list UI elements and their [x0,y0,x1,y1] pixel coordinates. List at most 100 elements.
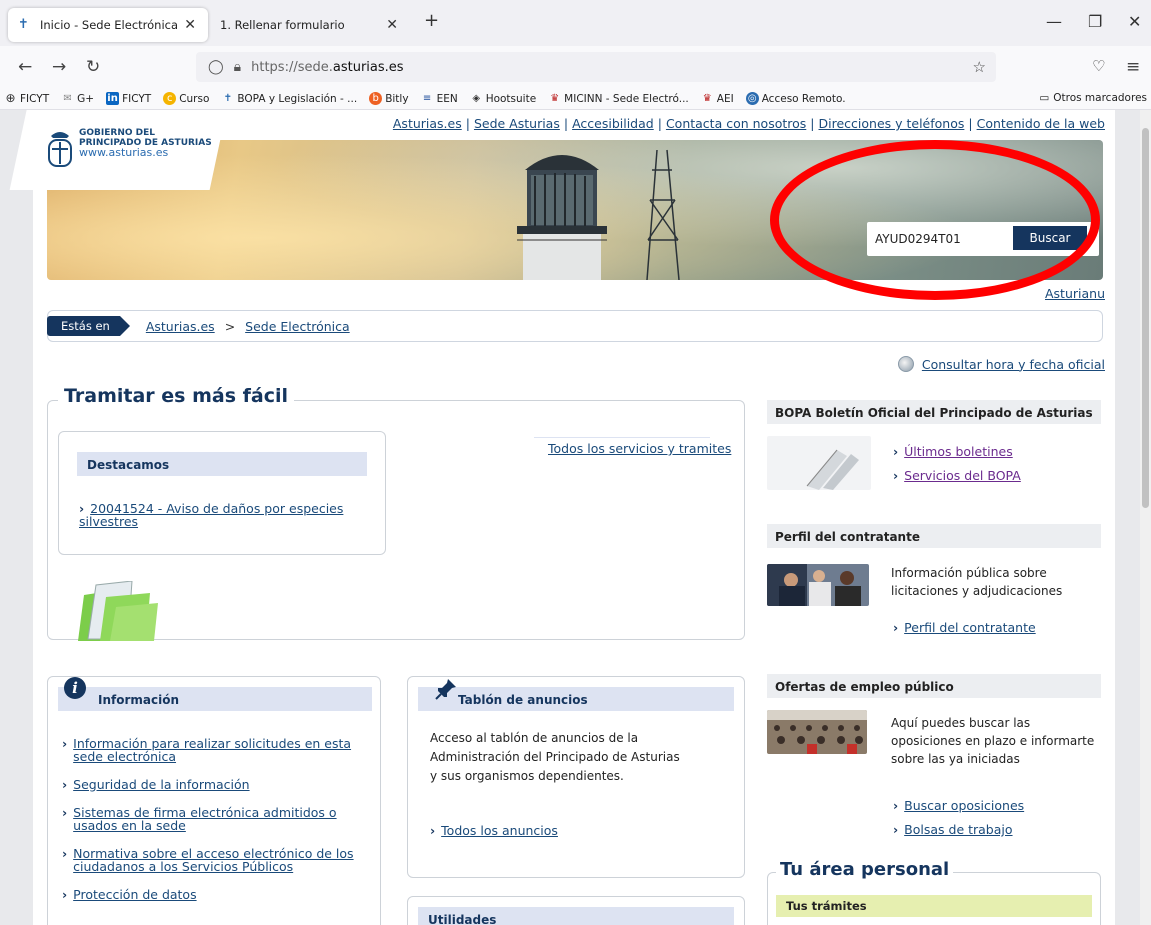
clock-icon [897,356,914,372]
remote-icon: ◎ [745,92,759,105]
bopa-link-item[interactable]: › Servicios del BOPA [893,468,1021,483]
bookmark-ficyt[interactable]: ⊕ FICYT [4,92,49,105]
bookmark-label: Curso [179,92,210,105]
empleo-link-item[interactable]: › Bolsas de trabajo [893,822,1013,837]
top-link-contenido[interactable]: Contenido de la web [977,116,1105,131]
official-time-link[interactable]: Consultar hora y fecha oficial [922,357,1105,372]
info-link[interactable]: Información para realizar solicitudes en… [73,737,362,763]
list-item[interactable]: › Normativa sobre el acceso electrónico d… [62,847,362,873]
window-close-icon[interactable]: ✕ [1128,12,1141,31]
other-bookmarks[interactable]: ▭ Otros marcadores [1039,92,1147,104]
chevron-right-icon: › [893,620,899,635]
tablon-link-item[interactable]: › Todos los anuncios [430,823,558,838]
empleo-description: Aquí puedes buscar las oposiciones en pl… [891,716,1095,766]
back-icon[interactable]: ← [18,57,32,77]
close-tab-icon[interactable]: ✕ [386,17,398,33]
asturias-favicon-icon: ✝ [18,17,29,32]
chevron-right-icon: › [893,822,899,837]
coursera-icon: c [163,92,177,105]
bookmark-star-icon[interactable]: ☆ [973,58,986,76]
bookmark-bitly[interactable]: b Bitly [369,92,409,105]
breadcrumb-item-asturias[interactable]: Asturias.es [146,319,215,334]
top-links: Asturias.es | Sede Asturias | Accesibilida… [392,116,1105,131]
list-item[interactable]: › Información para realizar solicitudes e… [62,737,362,763]
info-link[interactable]: Normativa sobre el acceso electrónico de… [73,847,362,873]
latest-bulletins-link[interactable]: Últimos boletines [904,444,1013,459]
list-item[interactable]: › Sistemas de firma electrónica admitidos… [62,806,362,832]
lock-icon[interactable]: 🔒︎ [234,59,241,75]
area-personal-section: Tu área personal Tus trámites [767,859,1101,925]
breadcrumb-separator: > [224,318,236,334]
perfil-header: Perfil del contratante [767,524,1101,548]
chevron-right-icon: › [893,468,899,483]
chevron-right-icon: › [430,823,436,838]
info-link[interactable]: Seguridad de la información [73,778,249,791]
tab-title: 1. Rellenar formulario [220,18,345,32]
tramitar-title: Tramitar es más fácil [58,385,294,407]
language-link-asturianu[interactable]: Asturianu [1045,286,1105,301]
top-link-sede[interactable]: Sede Asturias [474,116,560,131]
logo-line1: GOBIERNO DEL [79,128,155,138]
top-link-asturias[interactable]: Asturias.es [393,116,462,131]
all-announcements-link[interactable]: Todos los anuncios [441,823,558,838]
info-link[interactable]: Sistemas de firma electrónica admitidos … [73,806,362,832]
informacion-header: i Información [58,677,372,711]
list-item[interactable]: › Seguridad de la información [62,778,362,791]
bookmark-hootsuite[interactable]: ◈ Hootsuite [470,92,536,105]
close-tab-icon[interactable]: ✕ [184,17,196,33]
address-bar[interactable]: ◯ 🔒︎ https://sede. asturias.es ☆ [196,52,996,82]
chevron-right-icon: › [893,798,899,813]
scrollbar-thumb[interactable] [1142,128,1149,508]
pocket-icon[interactable]: ♡ [1092,57,1105,75]
tab-inicio[interactable]: ✝ Inicio - Sede Electrónica ✕ [8,8,208,42]
bookmark-linkedin-ficyt[interactable]: in FICYT [106,92,151,105]
shield-icon[interactable]: ◯ [208,59,224,75]
area-personal-title: Tu área personal [776,859,954,880]
bopa-services-link[interactable]: Servicios del BOPA [904,468,1021,483]
bookmark-bopa[interactable]: ✝ BOPA y Legislación - ... [221,92,358,105]
bookmark-label: G+ [77,92,95,105]
page-scrollbar[interactable] [1140,110,1151,925]
empleo-link-item[interactable]: › Buscar oposiciones [893,798,1024,813]
featured-link[interactable]: 20041524 - Aviso de daños por especies s… [79,501,343,529]
bookmark-curso[interactable]: c Curso [163,92,209,105]
bookmark-aei[interactable]: ♛ AEI [701,92,734,105]
all-services-link[interactable]: Todos los servicios y tramites [548,441,731,456]
breadcrumb-label: Estás en [47,316,130,336]
logo[interactable]: GOBIERNO DEL PRINCIPADO DE ASTURIAS www.… [47,128,212,170]
globe-icon: ⊕ [5,91,16,105]
list-item[interactable]: › Protección de datos [62,888,362,901]
empleo-section: Ofertas de empleo público Aquí puedes bu… [767,674,1101,844]
featured-item[interactable]: › 20041524 - Aviso de daños por especies … [79,502,359,528]
restore-icon[interactable]: ❐ [1088,12,1102,31]
tab-title: Inicio - Sede Electrónica [40,18,179,32]
browser-nav-bar: ← → ↻ ◯ 🔒︎ https://sede. asturias.es ☆ ♡ … [0,46,1151,88]
bookmark-gplus[interactable]: ✉ G+ [61,92,94,105]
bookmark-label: BOPA y Legislación - ... [237,92,358,105]
perfil-link-item[interactable]: › Perfil del contratante [893,620,1036,635]
principado-crest-icon [48,132,72,167]
other-bookmarks-label: Otros marcadores [1053,92,1147,104]
reload-icon[interactable]: ↻ [86,57,100,77]
bookmark-een[interactable]: ≡ EEN [421,92,458,105]
bookmark-acceso-remoto[interactable]: ◎ Acceso Remoto. [745,92,846,105]
menu-icon[interactable]: ≡ [1126,57,1140,77]
top-link-contacta[interactable]: Contacta con nosotros [666,116,806,131]
forward-icon[interactable]: → [52,57,66,77]
bookmark-micinn[interactable]: ♛ MICINN - Sede Electró... [548,92,689,105]
search-oposiciones-link[interactable]: Buscar oposiciones [904,798,1024,813]
bopa-link-item[interactable]: › Últimos boletines [893,444,1013,459]
url-host: asturias.es [332,59,404,75]
perfil-contratante-link[interactable]: Perfil del contratante [904,620,1036,635]
top-link-direcciones[interactable]: Direcciones y teléfonos [819,116,965,131]
my-procedures-header[interactable]: Tus trámites [776,895,1092,917]
top-link-accesibilidad[interactable]: Accesibilidad [572,116,654,131]
breadcrumb-item-sede[interactable]: Sede Electrónica [245,319,350,334]
new-tab-icon[interactable]: + [424,10,439,31]
info-link[interactable]: Protección de datos [73,888,196,901]
folder-icon: ▭ [1039,92,1050,104]
tab-rellenar[interactable]: 1. Rellenar formulario ✕ [210,8,410,42]
job-pools-link[interactable]: Bolsas de trabajo [904,822,1012,837]
minimize-icon[interactable]: — [1046,12,1062,31]
hootsuite-icon: ◈ [472,93,481,104]
